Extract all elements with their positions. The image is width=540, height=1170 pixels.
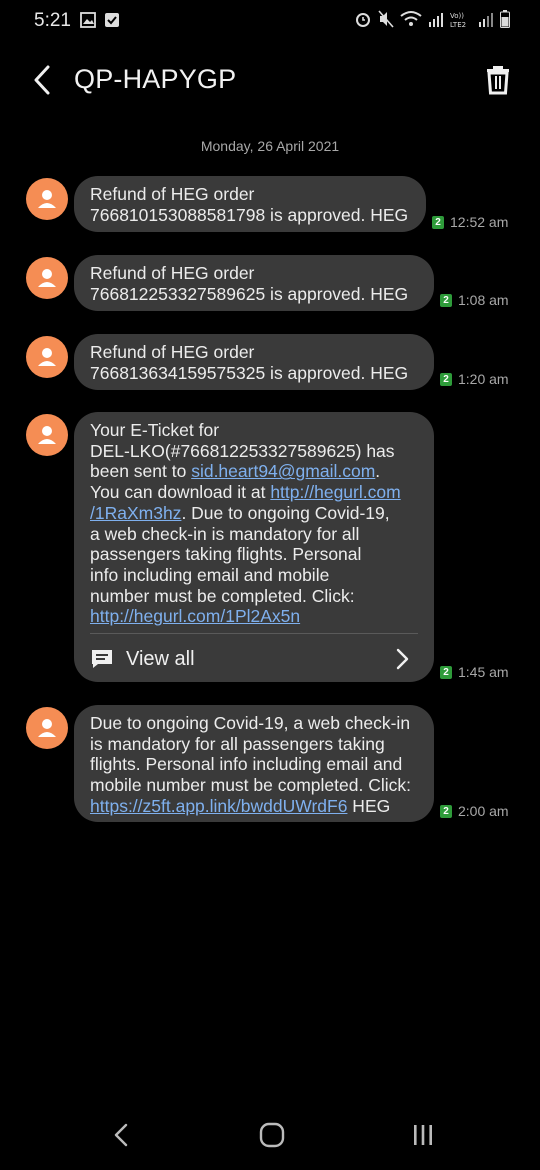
- back-arrow-icon: [34, 65, 50, 95]
- message-text-line: 766810153088581798 is approved. HEG: [90, 204, 409, 225]
- battery-icon: [500, 10, 510, 28]
- chevron-right-icon: [396, 648, 409, 670]
- home-icon: [259, 1122, 285, 1148]
- sender-avatar[interactable]: [26, 414, 68, 456]
- message-text-line: info including email and mobile: [90, 564, 330, 585]
- message-text-line: /1RaXm3hz. Due to ongoing Covid-19,: [90, 503, 418, 524]
- person-icon: [38, 190, 56, 208]
- message-time: 1:45 am: [458, 664, 509, 680]
- message-time: 12:52 am: [450, 214, 509, 230]
- sender-avatar[interactable]: [26, 257, 68, 299]
- message-text-line: Refund of HEG order: [90, 342, 255, 362]
- nav-recents-button[interactable]: [411, 1122, 435, 1153]
- view-all-button[interactable]: View all: [90, 634, 418, 684]
- recents-icon: [414, 1125, 432, 1145]
- message-bubble[interactable]: Refund of HEG order 766813634159575325 i…: [74, 334, 434, 390]
- message-text-line: 766812253327589625 is approved. HEG: [90, 283, 409, 304]
- person-icon: [38, 719, 56, 737]
- view-all-label: View all: [126, 647, 195, 670]
- status-time: 5:21: [34, 10, 71, 31]
- message-text-line: flights. Personal info including email a…: [90, 754, 403, 775]
- signal-icon-2: [479, 13, 493, 27]
- sim-badge: 2: [440, 804, 452, 818]
- checkin-link[interactable]: https://z5ft.app.link/bwddUWrdF6: [90, 796, 347, 816]
- message-text-line: 766813634159575325 is approved. HEG: [90, 362, 409, 383]
- message-text: You can download it at: [90, 482, 271, 503]
- message-bubble[interactable]: Your E-Ticket for DEL-LKO(#7668122533275…: [74, 412, 434, 682]
- message-text-line: number must be completed. Click:: [90, 585, 355, 606]
- date-separator: Monday, 26 April 2021: [200, 138, 340, 154]
- gallery-notification-icon: [80, 12, 96, 28]
- back-button[interactable]: [28, 62, 58, 98]
- message-text-line: mobile number must be completed. Click:: [90, 775, 411, 796]
- volte-icon: Vo))LTE2: [450, 12, 466, 28]
- sim-badge: 2: [440, 293, 452, 307]
- sim-badge: 2: [432, 215, 444, 229]
- sender-avatar[interactable]: [26, 178, 68, 220]
- email-link[interactable]: sid.heart94@gmail.com: [191, 461, 375, 481]
- conversation-header: QP-HAPYGP: [0, 50, 540, 110]
- message-text-line: passengers taking flights. Personal: [90, 544, 362, 565]
- wifi-icon: [400, 11, 422, 26]
- message-text-line: https://z5ft.app.link/bwddUWrdF6 HEG: [90, 796, 418, 817]
- message-text-line: been sent to sid.heart94@gmail.com.: [90, 461, 418, 482]
- message-text: .: [375, 461, 381, 482]
- message-bubble[interactable]: Refund of HEG order 766812253327589625 i…: [74, 255, 434, 311]
- message-text: . Due to ongoing Covid-19,: [181, 502, 390, 523]
- message-text: HEG: [347, 795, 391, 816]
- person-icon: [38, 348, 56, 366]
- checkbox-notification-icon: [105, 13, 119, 27]
- sender-avatar[interactable]: [26, 336, 68, 378]
- download-link-continued[interactable]: /1RaXm3hz: [90, 503, 181, 523]
- message-bubble[interactable]: Refund of HEG order 766810153088581798 i…: [74, 176, 426, 232]
- checkin-link[interactable]: http://hegurl.com/1Pl2Ax5n: [90, 606, 300, 626]
- system-nav-bar: [0, 1100, 540, 1170]
- sim-badge: 2: [440, 665, 452, 679]
- message-icon: [92, 650, 112, 669]
- message-time: 1:08 am: [458, 292, 509, 308]
- message-bubble[interactable]: Due to ongoing Covid-19, a web check-in …: [74, 705, 434, 822]
- signal-icon-1: [429, 13, 443, 27]
- message-text-line: DEL-LKO(#766812253327589625) has: [90, 440, 395, 461]
- message-text-line: Due to ongoing Covid-19, a web check-in: [90, 713, 411, 733]
- message-text-line: is mandatory for all passengers taking: [90, 733, 385, 754]
- person-icon: [38, 426, 56, 444]
- trash-icon: [487, 66, 509, 95]
- message-text-line: Your E-Ticket for: [90, 420, 220, 440]
- message-text-line: a web check-in is mandatory for all: [90, 523, 360, 544]
- alarm-icon: [356, 13, 370, 27]
- message-time: 2:00 am: [458, 803, 509, 819]
- conversation-title: QP-HAPYGP: [74, 64, 237, 94]
- sim-badge: 2: [440, 372, 452, 386]
- person-icon: [38, 269, 56, 287]
- svg-text:LTE2: LTE2: [450, 21, 466, 28]
- message-time: 1:20 am: [458, 371, 509, 387]
- message-text-line: You can download it at http://hegurl.com: [90, 482, 418, 503]
- sender-avatar[interactable]: [26, 707, 68, 749]
- nav-back-button[interactable]: [112, 1122, 130, 1153]
- status-bar: 5:21 Vo)) LTE2: [0, 0, 540, 44]
- nav-home-button[interactable]: [259, 1122, 285, 1153]
- nav-back-icon: [114, 1123, 128, 1147]
- message-text-line: Refund of HEG order: [90, 263, 255, 283]
- mute-icon: [378, 10, 394, 28]
- message-text-line: http://hegurl.com/1Pl2Ax5n: [90, 606, 418, 627]
- download-link[interactable]: http://hegurl.com: [270, 482, 400, 502]
- message-text-line: Refund of HEG order: [90, 184, 255, 204]
- svg-text:Vo)): Vo)): [450, 12, 464, 20]
- delete-button[interactable]: [484, 64, 512, 96]
- message-text: been sent to: [90, 461, 192, 482]
